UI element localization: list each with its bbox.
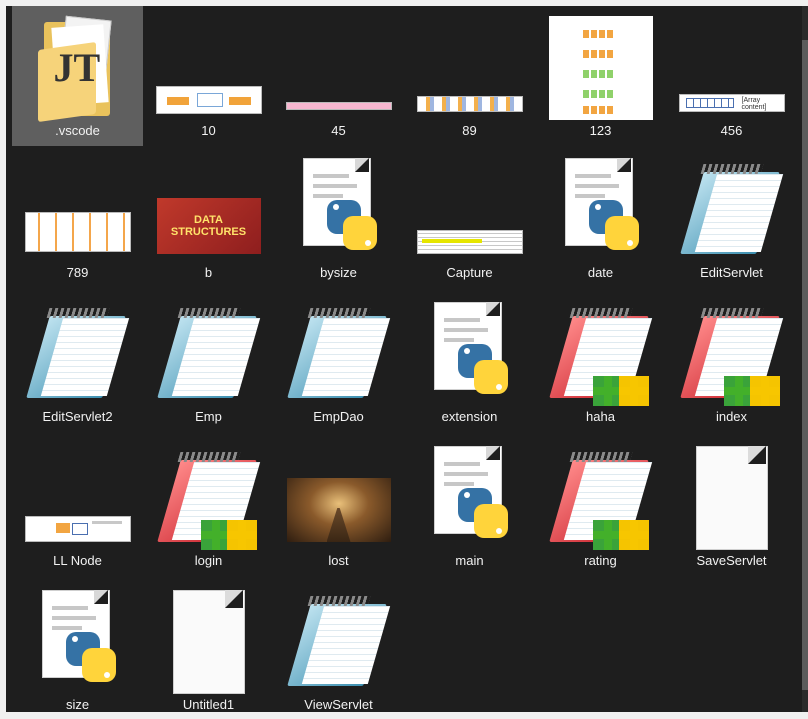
file-label: 45 (331, 123, 346, 138)
file-label: SaveServlet (696, 553, 767, 568)
file-item-456[interactable]: [Array content] 456 (666, 6, 797, 146)
image-thumbnail-icon (285, 102, 392, 110)
file-label: bysize (320, 265, 357, 280)
file-item-emp[interactable]: Emp (143, 292, 274, 432)
image-thumbnail-icon (24, 212, 131, 252)
file-label: ViewServlet (304, 697, 373, 712)
file-item-haha[interactable]: haha (535, 292, 666, 432)
file-label: login (194, 553, 223, 568)
notepad-icon (286, 302, 390, 406)
file-explorer-view[interactable]: JT .vscode 10 45 89 123 [Array content] … (6, 6, 802, 712)
file-item-vscode[interactable]: JT .vscode (12, 6, 143, 146)
image-thumbnail-icon: DATA STRUCTURES (156, 198, 261, 254)
file-item-123[interactable]: 123 (535, 6, 666, 146)
python-file-icon (299, 158, 379, 262)
file-label: 10 (201, 123, 216, 138)
notepad-icon (25, 302, 129, 406)
thumbnail-caption: DATA STRUCTURES (170, 214, 247, 238)
file-item-789[interactable]: 789 (12, 148, 143, 288)
image-thumbnail-icon: [Array content] (678, 94, 785, 112)
thumbnail-caption: [Array content] (741, 97, 767, 111)
file-label: index (715, 409, 748, 424)
file-item-date[interactable]: date (535, 148, 666, 288)
notepad-plus-plus-icon (679, 302, 783, 406)
file-item-untitled1[interactable]: Untitled1 (143, 580, 274, 712)
file-item-viewservlet[interactable]: ViewServlet (273, 580, 404, 712)
file-item-index[interactable]: index (666, 292, 797, 432)
file-label: EditServlet2 (42, 409, 113, 424)
file-item-45[interactable]: 45 (273, 6, 404, 146)
notepad-plus-plus-icon (548, 446, 652, 550)
file-label: 123 (589, 123, 612, 138)
python-file-icon (561, 158, 641, 262)
file-label: 789 (66, 265, 89, 280)
file-label: extension (441, 409, 498, 424)
file-label: EditServlet (700, 265, 763, 280)
file-item-10[interactable]: 10 (143, 6, 274, 146)
python-file-icon (430, 446, 510, 550)
file-label: rating (584, 553, 617, 568)
blank-document-icon (695, 446, 768, 550)
file-item-b[interactable]: DATA STRUCTURES b (143, 148, 274, 288)
image-thumbnail-icon (24, 516, 131, 542)
file-item-empdao[interactable]: EmpDao (273, 292, 404, 432)
file-item-rating[interactable]: rating (535, 436, 666, 576)
file-label: size (65, 697, 90, 712)
file-item-ll-node[interactable]: LL Node (12, 436, 143, 576)
file-item-main[interactable]: main (404, 436, 535, 576)
notepad-icon (679, 158, 783, 262)
file-item-size[interactable]: size (12, 580, 143, 712)
file-item-editservlet2[interactable]: EditServlet2 (12, 292, 143, 432)
file-item-bysize[interactable]: bysize (273, 148, 404, 288)
file-item-capture[interactable]: Capture (404, 148, 535, 288)
image-thumbnail-icon (155, 86, 262, 114)
file-label: LL Node (53, 553, 102, 568)
file-item-89[interactable]: 89 (404, 6, 535, 146)
file-item-login[interactable]: login (143, 436, 274, 576)
blank-document-icon (172, 590, 245, 694)
notepad-icon (156, 302, 260, 406)
file-item-extension[interactable]: extension (404, 292, 535, 432)
notepad-plus-plus-icon (156, 446, 260, 550)
image-thumbnail-icon (548, 16, 653, 120)
file-label: EmpDao (313, 409, 364, 424)
scrollbar-thumb[interactable] (802, 40, 808, 690)
file-item-saveservlet[interactable]: SaveServlet (666, 436, 797, 576)
python-file-icon (430, 302, 510, 406)
image-thumbnail-icon (416, 96, 523, 112)
photo-thumbnail-icon (286, 478, 391, 542)
notepad-plus-plus-icon (548, 302, 652, 406)
file-item-lost[interactable]: lost (273, 436, 404, 576)
file-label: b (204, 265, 213, 280)
file-label: .vscode (55, 123, 100, 138)
file-label: Emp (195, 409, 222, 424)
file-label: main (455, 553, 484, 568)
file-label: 456 (720, 123, 743, 138)
vertical-scrollbar[interactable] (802, 6, 808, 712)
image-thumbnail-icon (416, 230, 523, 254)
file-label: Untitled1 (182, 697, 235, 712)
python-file-icon (38, 590, 118, 694)
file-item-editservlet[interactable]: EditServlet (666, 148, 797, 288)
folder-icon: JT (36, 15, 120, 123)
file-label: lost (328, 553, 349, 568)
file-label: 89 (462, 123, 477, 138)
file-label: haha (586, 409, 615, 424)
file-label: date (587, 265, 614, 280)
file-label: Capture (446, 265, 493, 280)
notepad-icon (286, 590, 390, 694)
